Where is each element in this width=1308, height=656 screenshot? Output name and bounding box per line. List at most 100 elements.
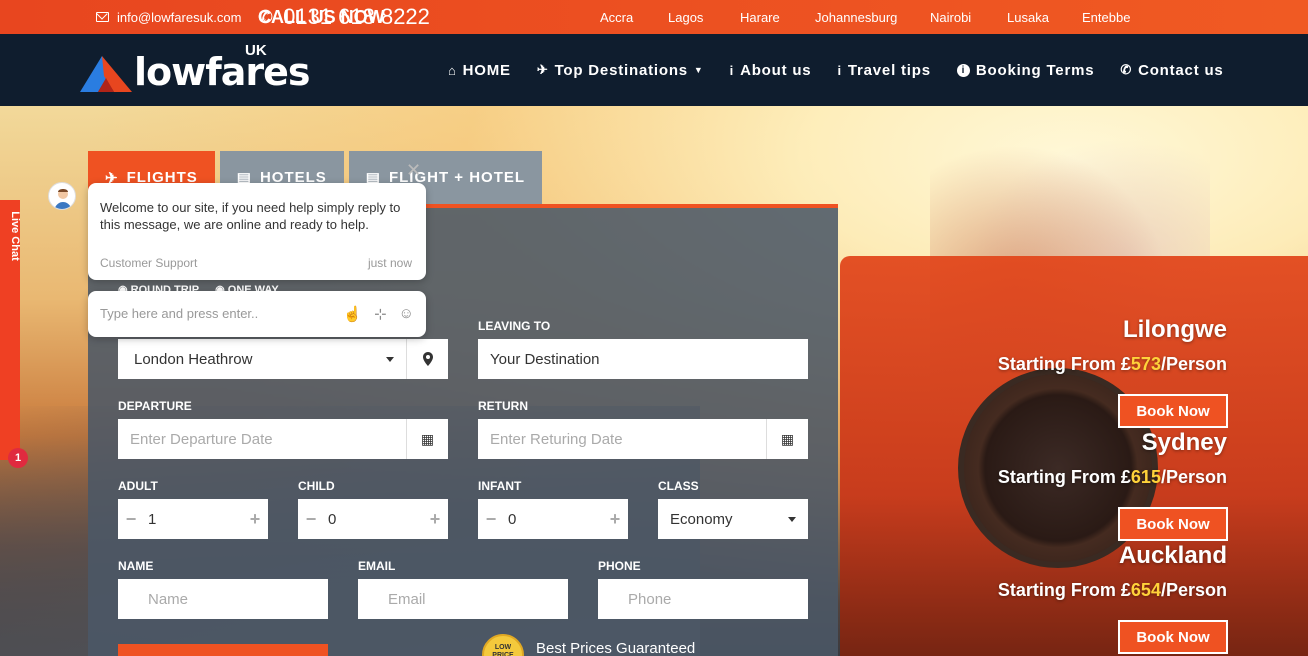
departure-date-input[interactable]: Enter Departure Date ▦: [118, 419, 448, 459]
nav-home-label: HOME: [462, 61, 511, 79]
price-amount: 654: [1130, 580, 1161, 600]
email-placeholder: Email: [388, 590, 426, 608]
plane-icon: ✈: [536, 62, 549, 77]
nav-booking-terms[interactable]: i Booking Terms: [956, 61, 1095, 79]
nav-travel-tips-label: Travel tips: [847, 61, 931, 79]
thumbs-up-icon[interactable]: ☝: [343, 305, 362, 323]
chat-message-time: just now: [367, 256, 412, 270]
phone-input[interactable]: Phone: [598, 579, 808, 619]
destination-price: Starting From £654/Person: [998, 580, 1227, 601]
minus-icon[interactable]: −: [118, 509, 144, 530]
nav-top-destinations[interactable]: ✈ Top Destinations ▼: [537, 62, 704, 79]
book-now-button[interactable]: Book Now: [1118, 394, 1228, 428]
phone-placeholder: Phone: [628, 590, 672, 608]
city-link-entebbe[interactable]: Entebbe: [1082, 10, 1130, 25]
city-link-lusaka[interactable]: Lusaka: [1007, 10, 1049, 25]
city-link-harare[interactable]: Harare: [740, 10, 780, 25]
plus-icon[interactable]: +: [242, 509, 268, 530]
paperclip-icon[interactable]: ⊹: [374, 305, 387, 323]
close-icon[interactable]: ✕: [406, 160, 421, 181]
live-chat-label: Live Chat: [8, 211, 21, 261]
name-input[interactable]: Name: [118, 579, 328, 619]
infant-label: INFANT: [478, 479, 522, 493]
city-link-johannesburg[interactable]: Johannesburg: [815, 10, 897, 25]
price-prefix: Starting From £: [997, 580, 1131, 600]
child-stepper: − 0 +: [298, 499, 448, 539]
nav-booking-terms-label: Booking Terms: [975, 61, 1095, 79]
adult-value[interactable]: 1: [144, 511, 242, 528]
destination-price: Starting From £573/Person: [998, 354, 1227, 375]
book-now-button[interactable]: Book Now: [1118, 620, 1228, 654]
departure-placeholder: Enter Departure Date: [130, 430, 273, 448]
envelope-icon: [96, 12, 109, 22]
infant-stepper: − 0 +: [478, 499, 628, 539]
price-prefix: Starting From £: [997, 354, 1131, 374]
city-link-accra[interactable]: Accra: [600, 10, 633, 25]
book-now-button[interactable]: Book Now: [1118, 507, 1228, 541]
caret-down-icon: ▼: [693, 65, 704, 75]
return-placeholder: Enter Returing Date: [490, 430, 623, 448]
nav-top-destinations-label: Top Destinations: [554, 61, 688, 79]
smiley-icon[interactable]: ☺: [399, 305, 414, 323]
destination-city: Sydney: [1141, 429, 1227, 456]
info-circle-icon: i: [956, 63, 970, 77]
map-marker-icon[interactable]: [406, 339, 448, 379]
destination-card-lilongwe: Lilongwe Starting From £573/Person: [998, 316, 1227, 375]
guarantee-text: Best Prices Guaranteed: [536, 639, 696, 656]
departure-label: DEPARTURE: [118, 399, 192, 413]
price-suffix: /Person: [1160, 580, 1227, 600]
logo[interactable]: lowfares UK: [80, 42, 311, 98]
from-select[interactable]: London Heathrow: [118, 339, 448, 379]
phone-link[interactable]: ✆ CALL US NOW 0131 618 8222: [258, 0, 430, 34]
return-date-input[interactable]: Enter Returing Date ▦: [478, 419, 808, 459]
search-button[interactable]: [118, 644, 328, 656]
class-select[interactable]: Economy: [658, 499, 808, 539]
calendar-icon[interactable]: ▦: [406, 419, 448, 459]
plus-icon[interactable]: +: [602, 509, 628, 530]
nav-home[interactable]: ⌂ HOME: [448, 62, 511, 79]
nav-menu: ⌂ HOME ✈ Top Destinations ▼ i About us i…: [448, 34, 1250, 106]
email-input[interactable]: Email: [358, 579, 568, 619]
chat-message-sender: Customer Support: [100, 256, 198, 270]
logo-text: lowfares: [134, 50, 311, 94]
from-value: London Heathrow: [134, 350, 253, 368]
price-guarantee: LOW PRICE Best Prices Guaranteed: [482, 634, 695, 656]
city-link-lagos[interactable]: Lagos: [668, 10, 704, 25]
email-label: EMAIL: [358, 559, 396, 573]
phone-label: PHONE: [598, 559, 641, 573]
price-amount: 573: [1130, 354, 1161, 374]
nav-about-us[interactable]: i About us: [730, 62, 812, 79]
price-suffix: /Person: [1160, 354, 1227, 374]
price-amount: 615: [1130, 467, 1161, 487]
chat-input-placeholder: Type here and press enter..: [100, 306, 259, 321]
minus-icon[interactable]: −: [298, 509, 324, 530]
destination-city: Auckland: [1118, 542, 1227, 569]
logo-suffix: UK: [245, 42, 267, 59]
chat-notification-badge: 1: [8, 448, 28, 468]
calendar-icon[interactable]: ▦: [766, 419, 808, 459]
chat-input[interactable]: Type here and press enter.. ☝ ⊹ ☺: [88, 291, 426, 337]
chat-message-bubble: Welcome to our site, if you need help si…: [88, 183, 426, 280]
low-price-seal-icon: LOW PRICE: [482, 634, 524, 656]
live-chat-tab[interactable]: Live Chat: [0, 200, 21, 460]
plus-icon[interactable]: +: [422, 509, 448, 530]
destination-card-auckland: Auckland Starting From £654/Person: [998, 542, 1227, 601]
chat-input-actions: ☝ ⊹ ☺: [343, 305, 414, 323]
caret-down-icon: [386, 356, 394, 362]
support-avatar: [48, 182, 76, 210]
email-link[interactable]: info@lowfaresuk.com: [96, 0, 241, 34]
info-icon: i: [729, 62, 735, 78]
price-suffix: /Person: [1160, 467, 1227, 487]
city-links: Accra Lagos Harare Johannesburg Nairobi …: [600, 0, 1130, 34]
destination-price: Starting From £615/Person: [998, 467, 1227, 488]
top-bar: info@lowfaresuk.com ✆ CALL US NOW 0131 6…: [0, 0, 1308, 34]
city-link-nairobi[interactable]: Nairobi: [930, 10, 972, 25]
infant-value[interactable]: 0: [504, 511, 602, 528]
nav-about-us-label: About us: [740, 61, 812, 79]
nav-contact-us[interactable]: ✆ Contact us: [1120, 62, 1223, 79]
destination-input[interactable]: Your Destination: [478, 339, 808, 379]
nav-travel-tips[interactable]: i Travel tips: [837, 62, 930, 79]
child-value[interactable]: 0: [324, 511, 422, 528]
minus-icon[interactable]: −: [478, 509, 504, 530]
caret-down-icon: [788, 516, 796, 522]
